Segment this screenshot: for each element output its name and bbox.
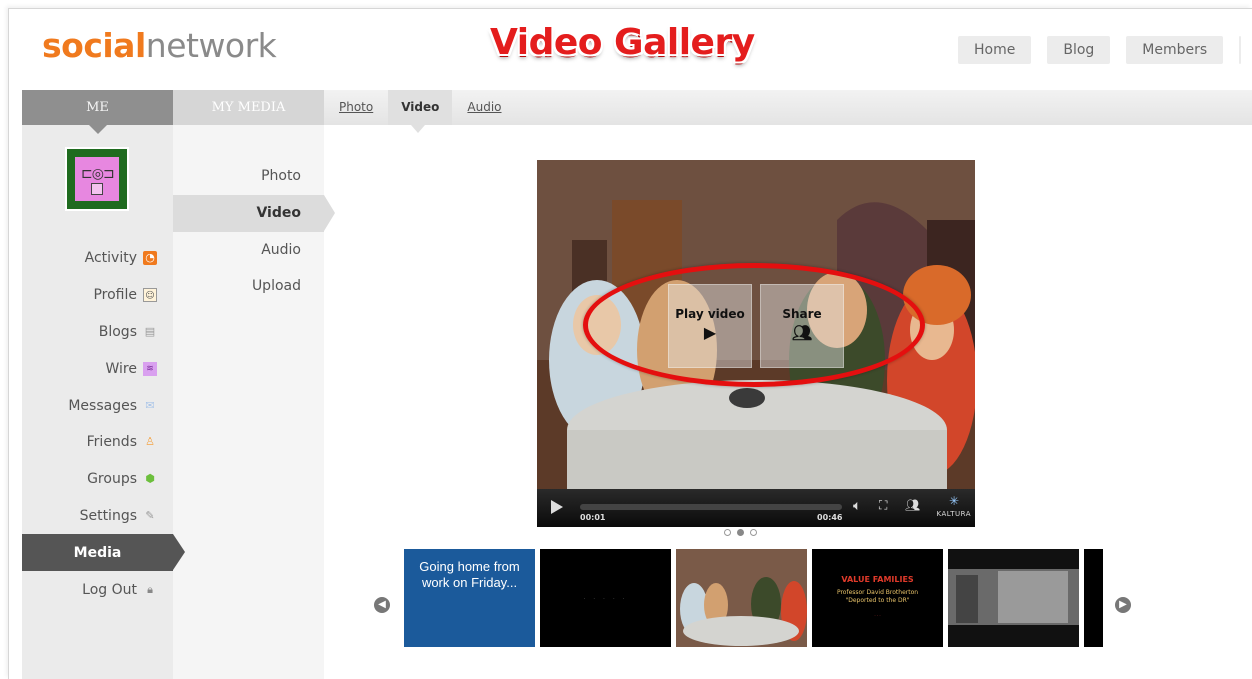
sidebar-item-media[interactable]: Media	[22, 534, 185, 572]
video-gallery-annotation: Video Gallery	[490, 22, 755, 63]
thumbnail[interactable]: Going home from work on Friday...	[404, 549, 535, 647]
kaltura-logo-icon: ✳	[948, 494, 959, 508]
sidebar-item-blogs[interactable]: Blogs ▤	[22, 314, 173, 351]
thumbnail[interactable]	[676, 549, 807, 647]
nav-more[interactable]	[1239, 36, 1242, 64]
sidebar-item-logout[interactable]: Log Out 🔒︎	[22, 571, 173, 608]
nav-members[interactable]: Members	[1126, 36, 1224, 64]
blog-icon: ▤	[144, 324, 156, 338]
wrench-icon: ✎	[145, 508, 155, 522]
highlight-annotation	[583, 263, 925, 387]
progress-bar[interactable]	[580, 504, 842, 510]
carousel-next-icon[interactable]: ▶	[1115, 597, 1131, 613]
avatar[interactable]: ⊏◎⊐	[67, 149, 127, 209]
sidebar-item-messages[interactable]: Messages ✉	[22, 387, 173, 424]
media-menu-video[interactable]: Video	[173, 194, 335, 232]
media-menu-photo[interactable]: Photo	[173, 158, 324, 195]
kaltura-brand: KALTURA	[936, 510, 971, 518]
tab-me[interactable]: ME	[22, 90, 173, 134]
thumbnail[interactable]: · · · · ·	[540, 549, 671, 647]
tab-my-media[interactable]: MY MEDIA	[173, 90, 324, 125]
sidebar-item-settings[interactable]: Settings ✎	[22, 498, 173, 535]
profile-icon: ☺	[143, 288, 157, 303]
subtab-photo[interactable]: Photo	[324, 90, 388, 125]
wire-icon: ≋	[143, 361, 157, 376]
sidebar-menu: Activity ◔ Profile ☺ Blogs ▤ Wire ≋ Messages…	[22, 240, 185, 608]
media-subtabs: Photo Video Audio	[324, 90, 517, 133]
thumbnail[interactable]	[1084, 549, 1103, 647]
page-dot[interactable]	[724, 529, 731, 536]
carousel-pagination	[724, 529, 757, 536]
thumbnail[interactable]: VALUE FAMILIES Professor David Brotherto…	[812, 549, 943, 647]
cube-icon: ⬢	[145, 472, 155, 486]
page-dot-active[interactable]	[737, 529, 744, 536]
avatar-mouth	[91, 183, 103, 195]
video-thumbnails: Going home from work on Friday... · · · …	[404, 549, 1103, 647]
sidebar-item-groups[interactable]: Groups ⬢	[22, 461, 173, 498]
player-controls: 00:01 00:46 🔈︎ ⛶ 👥︎ ✳ KALTURA	[537, 489, 975, 527]
media-menu: Photo Video Audio Upload	[173, 158, 335, 305]
sidebar-item-friends[interactable]: Friends ♙	[22, 424, 173, 461]
media-menu-upload[interactable]: Upload	[173, 268, 324, 305]
cartoon-thumbnail-image	[676, 549, 807, 647]
lock-icon: 🔒︎	[147, 582, 153, 596]
duration: 00:46	[817, 513, 843, 522]
sidebar-item-activity[interactable]: Activity ◔	[22, 240, 173, 277]
share-icon[interactable]: 👥︎	[905, 498, 920, 512]
nav-home[interactable]: Home	[958, 36, 1032, 64]
subtab-audio[interactable]: Audio	[452, 90, 516, 125]
nav-blog[interactable]: Blog	[1047, 36, 1111, 64]
glasses-icon: ⊏◎⊐	[81, 166, 115, 182]
media-menu-audio[interactable]: Audio	[173, 232, 324, 269]
friends-icon: ♙	[145, 435, 155, 449]
rss-icon: ◔	[143, 251, 157, 266]
top-nav: Home Blog Members	[958, 36, 1242, 64]
carousel-prev-icon[interactable]: ◀	[374, 597, 390, 613]
sidebar-item-wire[interactable]: Wire ≋	[22, 350, 173, 387]
play-icon[interactable]	[551, 500, 563, 514]
thumbnail[interactable]	[948, 549, 1079, 647]
volume-icon[interactable]: 🔈︎	[853, 498, 861, 514]
envelope-icon: ✉	[145, 398, 155, 412]
subtab-video[interactable]: Video	[388, 90, 453, 133]
avatar-face: ⊏◎⊐	[75, 157, 119, 201]
photo-thumbnail-image	[948, 549, 1079, 647]
current-time: 00:01	[580, 513, 606, 522]
fullscreen-icon[interactable]: ⛶	[879, 498, 887, 513]
sidebar-item-profile[interactable]: Profile ☺	[22, 277, 173, 314]
site-logo[interactable]: socialnetwork	[42, 26, 277, 65]
page-dot[interactable]	[750, 529, 757, 536]
